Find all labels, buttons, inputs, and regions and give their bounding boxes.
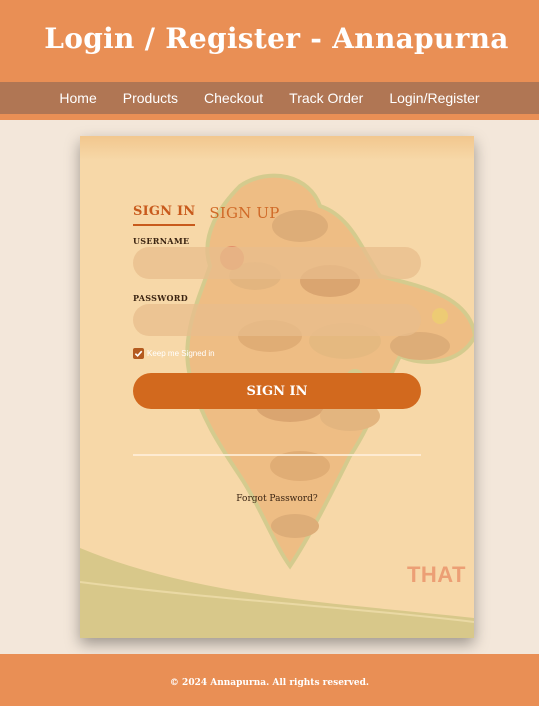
page-title: Login / Register - Annapurna [44,22,509,55]
username-input[interactable] [133,247,421,279]
username-label: USERNAME [133,236,190,246]
nav-link-track-order[interactable]: Track Order [276,90,376,106]
card-top-band [80,136,474,160]
site-footer: © 2024 Annapurna. All rights reserved. [0,654,539,706]
password-label: PASSWORD [133,293,188,303]
tab-sign-in[interactable]: SIGN IN [133,204,196,226]
sign-in-button[interactable]: SIGN IN [133,373,421,409]
keep-signed-in-label: Keep me Signed in [147,349,215,358]
brand-watermark: THAT [406,562,466,587]
form-divider [133,454,421,456]
nav-link-checkout[interactable]: Checkout [191,90,276,106]
main-nav: Home Products Checkout Track Order Login… [0,82,539,120]
footer-copyright: © 2024 Annapurna. All rights reserved. [169,678,370,688]
login-card: SIGN IN SIGN UP USERNAME PASSWORD Keep m… [80,136,474,638]
keep-signed-in-checkbox[interactable] [133,348,144,359]
auth-tabs: SIGN IN SIGN UP [133,204,280,226]
forgot-password-link[interactable]: Forgot Password? [80,494,474,504]
nav-link-login-register[interactable]: Login/Register [376,90,492,106]
nav-link-home[interactable]: Home [46,90,109,106]
site-header: Login / Register - Annapurna [0,0,539,82]
password-input[interactable] [133,304,421,336]
nav-link-products[interactable]: Products [110,90,191,106]
checkmark-icon [134,350,143,358]
keep-signed-in-row: Keep me Signed in [133,348,215,359]
tab-sign-up[interactable]: SIGN UP [209,204,279,226]
